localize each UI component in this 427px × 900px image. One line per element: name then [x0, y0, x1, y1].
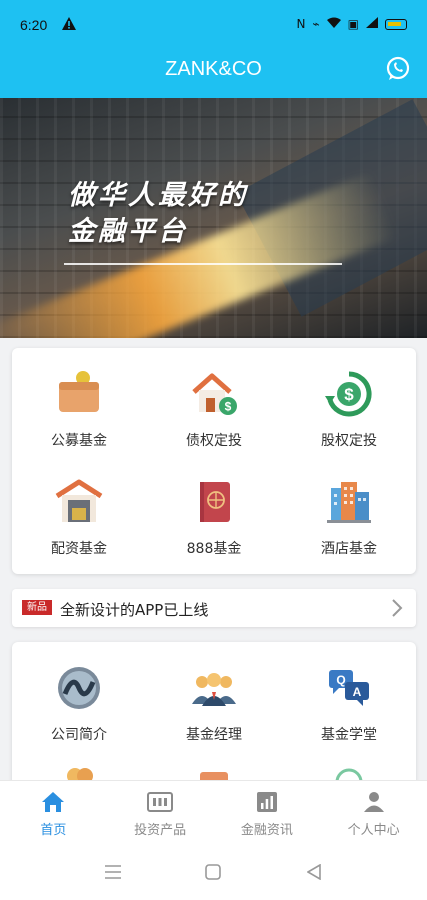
product-label: 股权定投 — [321, 433, 377, 449]
back-icon[interactable] — [306, 863, 321, 884]
chart-icon — [256, 792, 277, 812]
house-dollar-icon: $ — [190, 370, 238, 418]
recent-apps-icon[interactable] — [104, 864, 122, 884]
product-grid-card: 公募基金 $ 债权定投 $ 股权定投 配资基金 888基金 酒店基金 — [12, 348, 416, 574]
app-screen: { "status": { "time": "6:20" }, "app": {… — [0, 0, 427, 900]
person-icon — [363, 792, 384, 812]
product-label: 酒店基金 — [321, 541, 377, 557]
whatsapp-icon[interactable] — [385, 56, 411, 82]
product-item-888-fund[interactable]: 888基金 — [147, 478, 281, 558]
wallet-icon — [55, 370, 103, 418]
status-bar: 6:20 N ⌁ ▣ — [0, 0, 427, 46]
product-item-equity[interactable]: $ 股权定投 — [282, 370, 416, 450]
nfc-icon: N — [296, 17, 306, 31]
status-icons: N ⌁ ▣ — [296, 17, 407, 31]
signal-icon — [366, 17, 378, 31]
svg-text:$: $ — [344, 385, 354, 404]
home-button-icon[interactable] — [205, 864, 221, 884]
service-label: 公司简介 — [51, 727, 107, 743]
managers-icon — [190, 664, 238, 712]
tab-label: 个人中心 — [347, 823, 400, 838]
chevron-right-icon — [392, 599, 403, 617]
vibrate-icon: ⌁ — [312, 17, 320, 31]
service-label: 基金经理 — [186, 727, 242, 743]
bottom-tab-bar: 首页 投资产品 金融资讯 个人中心 — [0, 780, 427, 846]
slogan-line-2: 金融平台 — [68, 216, 188, 247]
hero-banner[interactable]: 做华人最好的 金融平台 — [0, 98, 427, 338]
qa-icon: Q A — [325, 664, 373, 712]
product-label: 债权定投 — [186, 433, 242, 449]
battery-icon — [385, 18, 407, 30]
slogan-underline — [64, 263, 342, 265]
tab-label: 首页 — [40, 823, 67, 838]
status-time: 6:20 — [20, 17, 48, 33]
home-icon — [42, 792, 65, 812]
passport-icon — [190, 478, 238, 526]
product-label: 配资基金 — [51, 541, 107, 557]
tab-products[interactable]: 投资产品 — [107, 781, 214, 846]
announcement-bar[interactable]: 新品 全新设计的APP已上线 — [12, 589, 416, 627]
warning-icon — [62, 17, 76, 34]
product-item-bond[interactable]: $ 债权定投 — [147, 370, 281, 450]
warehouse-icon — [55, 478, 103, 526]
tab-label: 金融资讯 — [240, 823, 293, 838]
sim-icon: ▣ — [347, 17, 359, 31]
svg-text:A: A — [353, 685, 362, 699]
system-navigation-bar — [0, 846, 427, 900]
tab-news[interactable]: 金融资讯 — [214, 781, 321, 846]
service-item-academy[interactable]: Q A 基金学堂 — [282, 664, 416, 744]
svg-text:$: $ — [225, 400, 232, 414]
service-item-managers[interactable]: 基金经理 — [147, 664, 281, 744]
product-label: 888基金 — [186, 541, 242, 557]
service-label: 基金学堂 — [321, 727, 377, 743]
service-item-company[interactable]: 公司简介 — [12, 664, 146, 744]
tab-profile[interactable]: 个人中心 — [320, 781, 427, 846]
product-item-margin-fund[interactable]: 配资基金 — [12, 478, 146, 558]
hotel-icon — [325, 478, 373, 526]
app-bar: ZANK&CO — [0, 46, 427, 98]
product-label: 公募基金 — [51, 433, 107, 449]
slogan-line-1: 做华人最好的 — [68, 180, 248, 211]
globe-icon — [55, 664, 103, 712]
announcement-text: 全新设计的APP已上线 — [60, 601, 209, 619]
banner-slogan: 做华人最好的 金融平台 — [68, 178, 248, 250]
app-title: ZANK&CO — [165, 58, 262, 80]
tab-label: 投资产品 — [134, 823, 187, 838]
tab-home[interactable]: 首页 — [0, 781, 107, 846]
new-tag: 新品 — [22, 600, 52, 615]
svg-text:Q: Q — [336, 673, 345, 687]
product-item-public-fund[interactable]: 公募基金 — [12, 370, 146, 450]
wifi-icon — [326, 17, 341, 31]
product-item-hotel-fund[interactable]: 酒店基金 — [282, 478, 416, 558]
dollar-refresh-icon: $ — [325, 370, 373, 418]
products-icon — [147, 792, 174, 812]
